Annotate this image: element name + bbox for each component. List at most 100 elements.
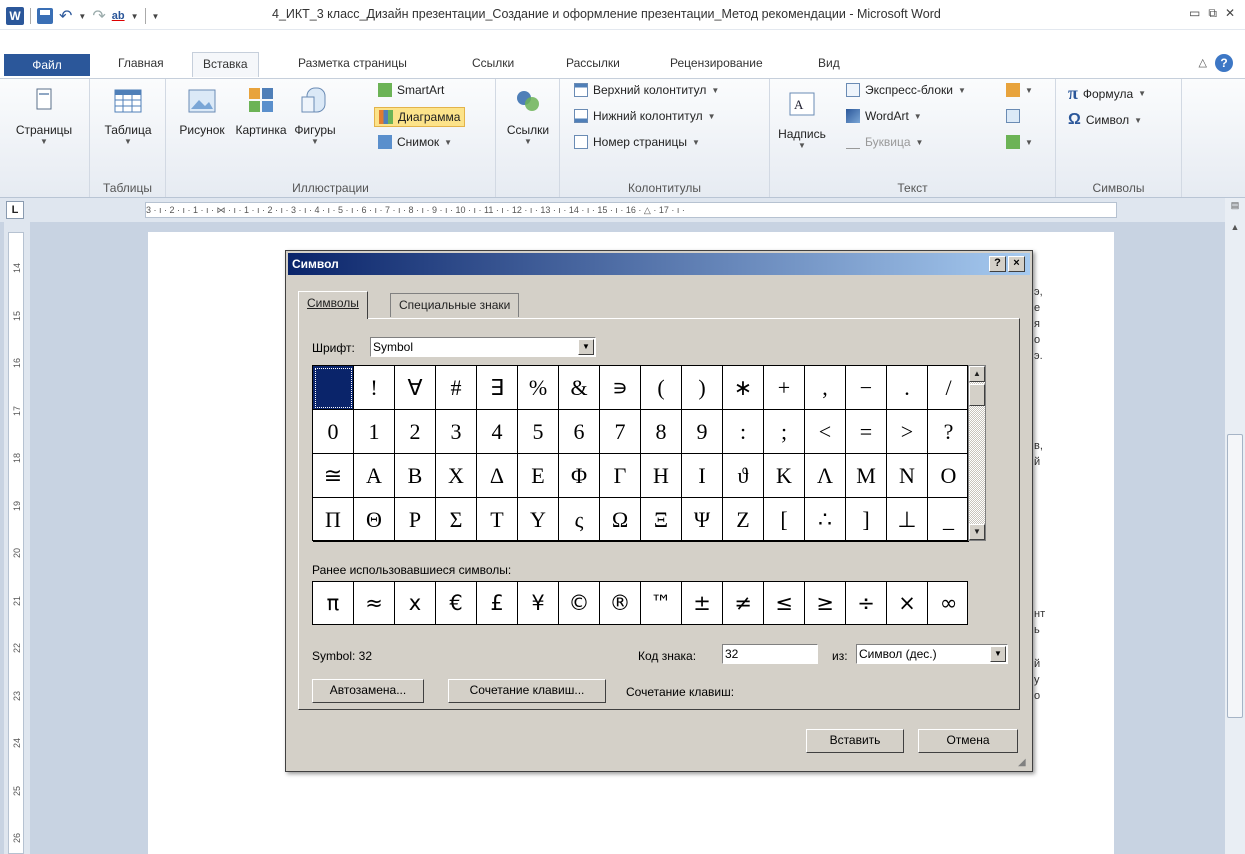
symbol-cell[interactable]: ≅	[313, 454, 354, 498]
symbol-cell[interactable]: =	[846, 410, 887, 454]
tab-review[interactable]: Рецензирование	[670, 56, 763, 70]
symbol-cell[interactable]: 7	[600, 410, 641, 454]
recent-symbol-cell[interactable]: ≠	[723, 582, 764, 624]
symbol-cell[interactable]: −	[846, 366, 887, 410]
tab-view[interactable]: Вид	[818, 56, 840, 70]
symbol-cell[interactable]: 8	[641, 410, 682, 454]
symbol-cell[interactable]: Δ	[477, 454, 518, 498]
recent-symbol-cell[interactable]: π	[313, 582, 354, 624]
symbol-cell[interactable]: ∍	[600, 366, 641, 410]
symbol-cell[interactable]: ς	[559, 498, 600, 542]
spelling-icon[interactable]: ab	[112, 10, 125, 22]
pages-button[interactable]: Страницы ▼	[2, 85, 86, 146]
recent-symbol-cell[interactable]: €	[436, 582, 477, 624]
spelling-dropdown-icon[interactable]: ▼	[131, 12, 139, 21]
symbol-cell[interactable]: 5	[518, 410, 559, 454]
insert-button[interactable]: Вставить	[806, 729, 904, 753]
scroll-up-icon[interactable]: ▲	[1227, 222, 1243, 238]
recent-symbol-cell[interactable]: ≈	[354, 582, 395, 624]
word-logo-icon[interactable]: W	[6, 7, 24, 25]
symbol-cell[interactable]: (	[641, 366, 682, 410]
clipart-button[interactable]: Картинка	[230, 85, 292, 137]
code-input[interactable]: 32	[722, 644, 818, 664]
tab-home[interactable]: Главная	[118, 56, 164, 70]
close-icon[interactable]: ×	[1008, 256, 1025, 272]
symbol-cell[interactable]: Φ	[559, 454, 600, 498]
chart-button[interactable]: Диаграмма	[374, 107, 466, 127]
symbol-cell[interactable]: _	[928, 498, 969, 542]
recent-symbol-cell[interactable]: ×	[887, 582, 928, 624]
symbol-cell[interactable]: Ε	[518, 454, 559, 498]
font-select[interactable]: Symbol ▼	[370, 337, 596, 357]
symbol-cell[interactable]: +	[764, 366, 805, 410]
recent-symbol-cell[interactable]: ≥	[805, 582, 846, 624]
table-button[interactable]: Таблица ▼	[96, 85, 160, 146]
shortcut-key-button[interactable]: Сочетание клавиш...	[448, 679, 606, 703]
symbol-button[interactable]: Ω Символ ▼	[1068, 111, 1142, 129]
recent-symbol-cell[interactable]: £	[477, 582, 518, 624]
picture-button[interactable]: Рисунок	[174, 85, 230, 137]
symbol-cell[interactable]: Υ	[518, 498, 559, 542]
cancel-button[interactable]: Отмена	[918, 729, 1018, 753]
vertical-ruler-scale[interactable]: 14 15 16 17 18 19 20 21 22 23 24 25 26	[8, 232, 24, 854]
symbol-cell[interactable]: Σ	[436, 498, 477, 542]
minimize-icon[interactable]: ▭	[1189, 6, 1200, 21]
symbol-cell[interactable]: 0	[313, 410, 354, 454]
recent-symbol-cell[interactable]: ©	[559, 582, 600, 624]
symbol-cell[interactable]: ]	[846, 498, 887, 542]
date-time-button[interactable]	[1006, 109, 1020, 123]
wordart-button[interactable]: WordArt ▼	[846, 109, 922, 123]
recent-symbol-cell[interactable]: ®	[600, 582, 641, 624]
tab-special-characters[interactable]: Специальные знаки	[390, 293, 520, 317]
recent-symbol-cell[interactable]: ÷	[846, 582, 887, 624]
symbol-cell[interactable]: >	[887, 410, 928, 454]
symbol-cell[interactable]: Ν	[887, 454, 928, 498]
chevron-down-icon[interactable]: ▼	[578, 339, 594, 355]
symbol-cell[interactable]: Β	[395, 454, 436, 498]
smartart-button[interactable]: SmartArt	[378, 83, 444, 97]
resize-grip-icon[interactable]: ◢	[1018, 757, 1030, 769]
symbol-grid-scrollbar[interactable]: ▲ ▼	[968, 365, 986, 541]
symbol-cell[interactable]: ∀	[395, 366, 436, 410]
recent-symbol-cell[interactable]: ¥	[518, 582, 559, 624]
tab-insert[interactable]: Вставка	[192, 52, 259, 77]
tab-references[interactable]: Ссылки	[472, 56, 514, 70]
symbol-cell[interactable]: 4	[477, 410, 518, 454]
symbol-cell[interactable]: ?	[928, 410, 969, 454]
help-question-icon[interactable]: ?	[989, 256, 1006, 272]
symbol-cell[interactable]: &	[559, 366, 600, 410]
scroll-down-icon[interactable]: ▼	[969, 524, 985, 540]
symbol-cell[interactable]: /	[928, 366, 969, 410]
symbol-cell[interactable]: Λ	[805, 454, 846, 498]
undo-dropdown-icon[interactable]: ▼	[78, 12, 86, 21]
symbol-cell[interactable]: Τ	[477, 498, 518, 542]
symbol-cell[interactable]: [	[764, 498, 805, 542]
symbol-cell[interactable]: Κ	[764, 454, 805, 498]
symbol-cell[interactable]: ∴	[805, 498, 846, 542]
symbol-cell[interactable]	[313, 366, 354, 410]
textbox-button[interactable]: A Надпись ▼	[776, 89, 828, 150]
symbol-cell[interactable]: 9	[682, 410, 723, 454]
collapse-ribbon-icon[interactable]: △	[1199, 56, 1207, 69]
screenshot-button[interactable]: Снимок ▼	[378, 135, 452, 149]
recent-symbol-cell[interactable]: ±	[682, 582, 723, 624]
recent-symbol-cell[interactable]: x	[395, 582, 436, 624]
symbol-cell[interactable]: Ξ	[641, 498, 682, 542]
symbol-cell[interactable]: 3	[436, 410, 477, 454]
tab-symbols[interactable]: Символы	[298, 291, 368, 319]
symbol-cell[interactable]: Ι	[682, 454, 723, 498]
ruler-scale[interactable]: 3 · ı · 2 · ı · 1 · ı · ⋈ · ı · 1 · ı · …	[145, 202, 1117, 218]
links-button[interactable]: Ссылки ▼	[500, 85, 556, 146]
symbol-cell[interactable]: Ζ	[723, 498, 764, 542]
symbol-cell[interactable]: %	[518, 366, 559, 410]
from-select[interactable]: Символ (дес.) ▼	[856, 644, 1008, 664]
page-number-button[interactable]: Номер страницы ▼	[574, 135, 700, 149]
symbol-cell[interactable]: ∗	[723, 366, 764, 410]
symbol-cell[interactable]: .	[887, 366, 928, 410]
symbol-cell[interactable]: Π	[313, 498, 354, 542]
scroll-thumb[interactable]	[969, 384, 985, 406]
symbol-cell[interactable]: #	[436, 366, 477, 410]
symbol-cell[interactable]: Μ	[846, 454, 887, 498]
symbol-cell[interactable]: 6	[559, 410, 600, 454]
chevron-down-icon[interactable]: ▼	[990, 646, 1006, 662]
